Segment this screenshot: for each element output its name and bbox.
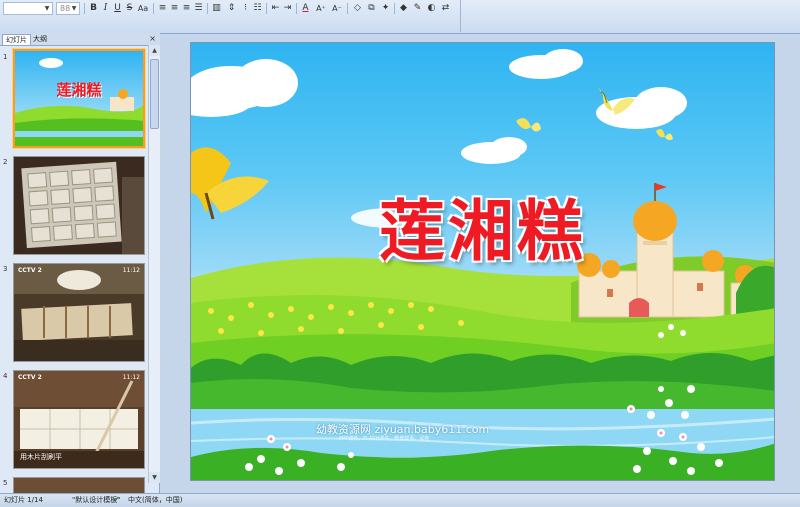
video-caption: 用木片刮刷平: [20, 453, 62, 461]
ribbon-toolbar: ▼ 88 ▼ B I U S Aa ≡ ≡ ≡ ☰ ▥ ⇕ ⁝ ☷ ⇤ ⇥ A …: [0, 0, 800, 34]
scroll-up-icon[interactable]: ▲: [149, 45, 160, 56]
chevron-down-icon[interactable]: ▼: [70, 4, 78, 13]
chevron-down-icon[interactable]: ▼: [43, 4, 51, 13]
shape-effects-icon[interactable]: ◐: [426, 2, 437, 15]
cloud-icon: [191, 59, 298, 117]
toolbar-separator: [296, 3, 297, 14]
strikethrough-button[interactable]: S: [124, 2, 135, 15]
font-color-button[interactable]: A: [300, 2, 311, 15]
slide-thumbnail-5[interactable]: [13, 477, 145, 493]
numbering-icon[interactable]: ☷: [252, 2, 263, 15]
columns-icon[interactable]: ▥: [211, 2, 222, 15]
channel-logo: CCTV 2: [18, 374, 42, 381]
slide-title[interactable]: 莲湘糕: [191, 178, 774, 274]
ribbon-group-label-row: [0, 17, 462, 32]
watermark-subtext: PPT课件，FLASH课件，教育故事，试卷: [339, 436, 430, 442]
spellcheck-icon[interactable]: ✔: [113, 494, 120, 506]
slide-thumbnail-1[interactable]: 莲湘糕: [13, 49, 145, 148]
bold-button[interactable]: B: [88, 2, 99, 15]
scrollbar-thumb[interactable]: [150, 59, 159, 129]
channel-logo: CCTV 2: [18, 267, 42, 274]
toolbar-separator: [460, 0, 461, 32]
align-center-icon[interactable]: ≡: [169, 2, 180, 15]
align-left-icon[interactable]: ≡: [157, 2, 168, 15]
butterfly-icon: [656, 129, 673, 141]
arrange-icon[interactable]: ⧉: [366, 2, 377, 15]
slide-canvas[interactable]: 莲湘糕 幼教资源网 ziyuan.baby611.com PPT课件，FLASH…: [190, 42, 775, 481]
slide-thumbnail-2[interactable]: [13, 156, 145, 255]
increase-indent-icon[interactable]: ⇥: [282, 2, 293, 15]
align-right-icon[interactable]: ≡: [181, 2, 192, 15]
font-size-field[interactable]: 88 ▼: [56, 2, 80, 15]
slide-number: 3: [3, 265, 8, 273]
scroll-down-icon[interactable]: ▼: [149, 472, 160, 483]
language-indicator[interactable]: 中文(简体，中国): [128, 494, 182, 506]
text-direction-icon[interactable]: ⇕: [226, 2, 237, 15]
slide-1-title: 莲湘糕: [56, 81, 102, 99]
toolbar-separator: [266, 3, 267, 14]
slide-number: 5: [3, 479, 8, 487]
tab-outline[interactable]: 大纲: [30, 34, 50, 45]
panel-scrollbar[interactable]: ▲ ▼: [148, 45, 160, 483]
italic-button[interactable]: I: [100, 2, 111, 15]
slide-number: 4: [3, 372, 8, 380]
toolbar-separator: [394, 3, 395, 14]
text-shadow-button[interactable]: Aa: [136, 2, 150, 15]
timestamp: 11:12: [122, 267, 140, 274]
slide-number: 1: [3, 53, 8, 61]
toolbar-separator: [347, 3, 348, 14]
butterfly-icon: [516, 118, 541, 132]
shape-fill-icon[interactable]: ◆: [398, 2, 409, 15]
slides-panel: 幻灯片 大纲 × 1 莲湘糕 2 3 CCTV 2 11:12 4 CCTV 2…: [0, 33, 160, 493]
shapes-icon[interactable]: ◇: [352, 2, 363, 15]
slide-counter: 幻灯片 1/14: [4, 496, 43, 504]
grow-font-button[interactable]: A⁺: [314, 2, 328, 15]
bullets-icon[interactable]: ⁝: [240, 2, 251, 15]
tab-slides[interactable]: 幻灯片: [2, 34, 31, 45]
decrease-indent-icon[interactable]: ⇤: [270, 2, 281, 15]
shrink-font-button[interactable]: A⁻: [330, 2, 344, 15]
close-icon[interactable]: ×: [149, 34, 156, 44]
toolbar-separator: [207, 3, 208, 14]
font-size-value: 88: [60, 4, 71, 13]
timestamp: 11:12: [122, 374, 140, 381]
shape-outline-icon[interactable]: ✎: [412, 2, 423, 15]
status-bar: 幻灯片 1/14 "默认设计模板" ✔ 中文(简体，中国): [0, 493, 800, 507]
underline-button[interactable]: U: [112, 2, 123, 15]
slide-thumbnail-3[interactable]: CCTV 2 11:12: [13, 263, 145, 362]
slide-3-preview: [14, 264, 144, 361]
replace-icon[interactable]: ⇄: [440, 2, 451, 15]
justify-icon[interactable]: ☰: [193, 2, 204, 15]
toolbar-separator: [84, 3, 85, 14]
slide-number: 2: [3, 158, 8, 166]
slide-thumbnail-4[interactable]: CCTV 2 11:12 用木片刮刷平: [13, 370, 145, 469]
panel-tabs: 幻灯片 大纲 ×: [0, 33, 160, 46]
quick-styles-icon[interactable]: ✦: [380, 2, 391, 15]
slide-2-preview: [14, 157, 144, 254]
toolbar-separator: [153, 3, 154, 14]
font-name-field[interactable]: ▼: [3, 2, 53, 15]
